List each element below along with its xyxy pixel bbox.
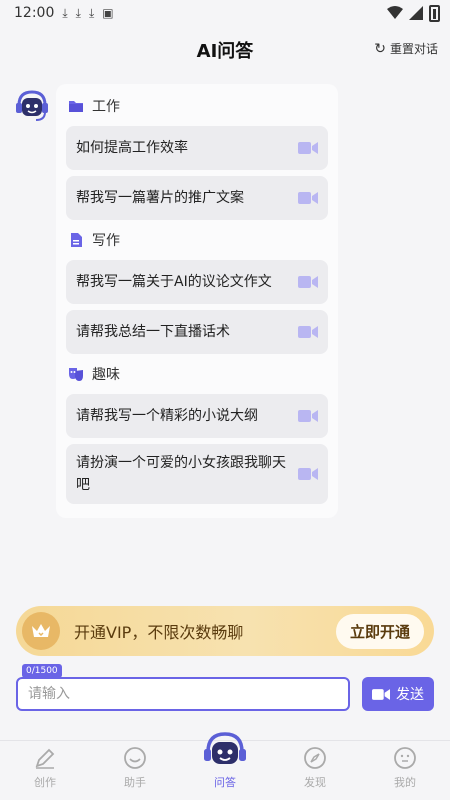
video-camera-icon	[298, 192, 318, 204]
category-label: 趣味	[92, 367, 120, 383]
mask-icon	[69, 368, 83, 381]
download-icon: ⤓	[62, 5, 68, 20]
reset-conversation-button[interactable]: ↻ 重置对话	[374, 40, 438, 57]
page-title: AI问答	[196, 41, 254, 62]
vip-promo-text: 开通VIP，不限次数畅聊	[74, 623, 244, 642]
video-camera-icon	[298, 276, 318, 288]
vip-banner[interactable]: 开通VIP，不限次数畅聊 立即开通	[16, 606, 434, 656]
battery-icon	[429, 4, 440, 22]
smile-icon	[124, 747, 146, 769]
send-label: 发送	[396, 687, 424, 703]
page-header: AI问答 ↻ 重置对话	[0, 30, 450, 70]
question-item[interactable]: 请帮我总结一下直播话术	[66, 310, 328, 354]
question-item[interactable]: 帮我写一篇薯片的推广文案	[66, 176, 328, 220]
status-time: 12:00	[14, 5, 55, 21]
video-camera-icon	[298, 142, 318, 154]
category-work: 工作	[66, 92, 328, 120]
video-camera-icon	[298, 410, 318, 422]
tab-label: 问答	[214, 776, 236, 789]
tab-label: 发现	[304, 776, 326, 789]
tab-label: 助手	[124, 776, 146, 789]
download-icon: ⤓	[75, 5, 81, 20]
question-item[interactable]: 请帮我写一个精彩的小说大纲	[66, 394, 328, 438]
crown-icon	[22, 612, 60, 650]
question-item[interactable]: 如何提高工作效率	[66, 126, 328, 170]
robot-icon[interactable]	[202, 730, 248, 774]
question-text: 帮我写一篇关于AI的议论文作文	[76, 274, 272, 290]
message-input[interactable]	[16, 677, 350, 711]
question-item[interactable]: 帮我写一篇关于AI的议论文作文	[66, 260, 328, 304]
question-text: 请帮我写一个精彩的小说大纲	[76, 408, 258, 424]
category-fun: 趣味	[66, 360, 328, 388]
refresh-icon: ↻	[374, 40, 386, 57]
status-bar: 12:00 ⤓ ⤓ ⤓ ▣	[0, 0, 450, 26]
send-button[interactable]: 发送	[362, 677, 434, 711]
suggestion-card: 工作 如何提高工作效率 帮我写一篇薯片的推广文案 写作 帮我写一篇关于AI的议论…	[56, 84, 338, 518]
tab-label: 创作	[34, 776, 56, 789]
pencil-icon	[35, 748, 55, 769]
tab-discover[interactable]: 发现	[270, 741, 360, 800]
category-writing: 写作	[66, 226, 328, 254]
tab-label: 我的	[394, 776, 416, 789]
open-vip-button[interactable]: 立即开通	[335, 613, 424, 649]
robot-avatar-icon	[16, 90, 48, 121]
compass-icon	[304, 747, 326, 769]
category-label: 工作	[92, 99, 120, 115]
question-text: 请扮演一个可爱的小女孩跟我聊天吧	[76, 455, 286, 493]
question-item[interactable]: 请扮演一个可爱的小女孩跟我聊天吧	[66, 444, 328, 504]
signal-icon	[409, 6, 423, 20]
video-camera-icon	[298, 468, 318, 480]
question-text: 帮我写一篇薯片的推广文案	[76, 190, 244, 206]
app-notification-icon: ▣	[102, 6, 114, 20]
question-text: 如何提高工作效率	[76, 140, 188, 156]
video-camera-icon	[372, 688, 390, 700]
document-icon	[71, 233, 82, 247]
question-text: 请帮我总结一下直播话术	[76, 324, 230, 340]
char-counter: 0/1500	[22, 664, 62, 678]
tab-create[interactable]: 创作	[0, 741, 90, 800]
wifi-icon	[387, 6, 403, 19]
category-label: 写作	[92, 233, 120, 249]
download-icon: ⤓	[88, 5, 95, 20]
reset-label: 重置对话	[389, 42, 438, 56]
profile-icon	[394, 747, 416, 769]
video-camera-icon	[298, 326, 318, 338]
tab-assistant[interactable]: 助手	[90, 741, 180, 800]
folder-icon	[69, 101, 83, 112]
tab-mine[interactable]: 我的	[360, 741, 450, 800]
